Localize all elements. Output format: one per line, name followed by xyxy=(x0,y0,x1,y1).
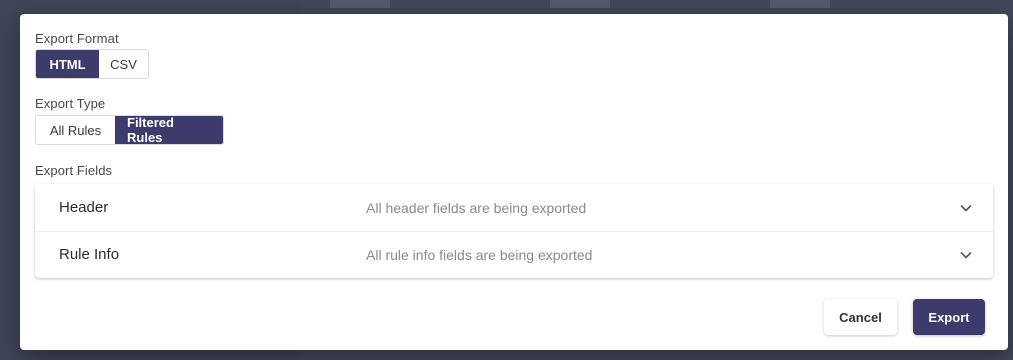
type-option-filtered-rules[interactable]: Filtered Rules xyxy=(115,116,223,144)
export-type-label: Export Type xyxy=(35,96,106,111)
cancel-button[interactable]: Cancel xyxy=(824,299,897,335)
field-group-name: Header xyxy=(59,199,109,216)
export-button[interactable]: Export xyxy=(913,299,985,335)
field-group-description: All rule info fields are being exported xyxy=(366,246,593,263)
field-group-description: All header fields are being exported xyxy=(366,199,587,216)
field-group-name: Rule Info xyxy=(59,246,120,263)
export-dialog: Export Format HTML CSV Export Type All R… xyxy=(20,14,1008,350)
export-format-toggle: HTML CSV xyxy=(35,49,149,79)
export-format-label: Export Format xyxy=(35,31,119,46)
type-option-all-rules[interactable]: All Rules xyxy=(36,116,115,144)
export-fields-label: Export Fields xyxy=(35,163,113,178)
field-group-header[interactable]: Header All header fields are being expor… xyxy=(35,184,993,232)
chevron-down-icon[interactable] xyxy=(959,201,973,215)
export-fields-accordion: Header All header fields are being expor… xyxy=(35,184,993,278)
format-option-csv[interactable]: CSV xyxy=(99,50,148,78)
format-option-html[interactable]: HTML xyxy=(36,50,99,78)
chevron-down-icon[interactable] xyxy=(959,248,973,262)
export-type-toggle: All Rules Filtered Rules xyxy=(35,115,224,145)
background-table-header xyxy=(330,0,890,8)
field-group-rule-info[interactable]: Rule Info All rule info fields are being… xyxy=(35,231,993,278)
